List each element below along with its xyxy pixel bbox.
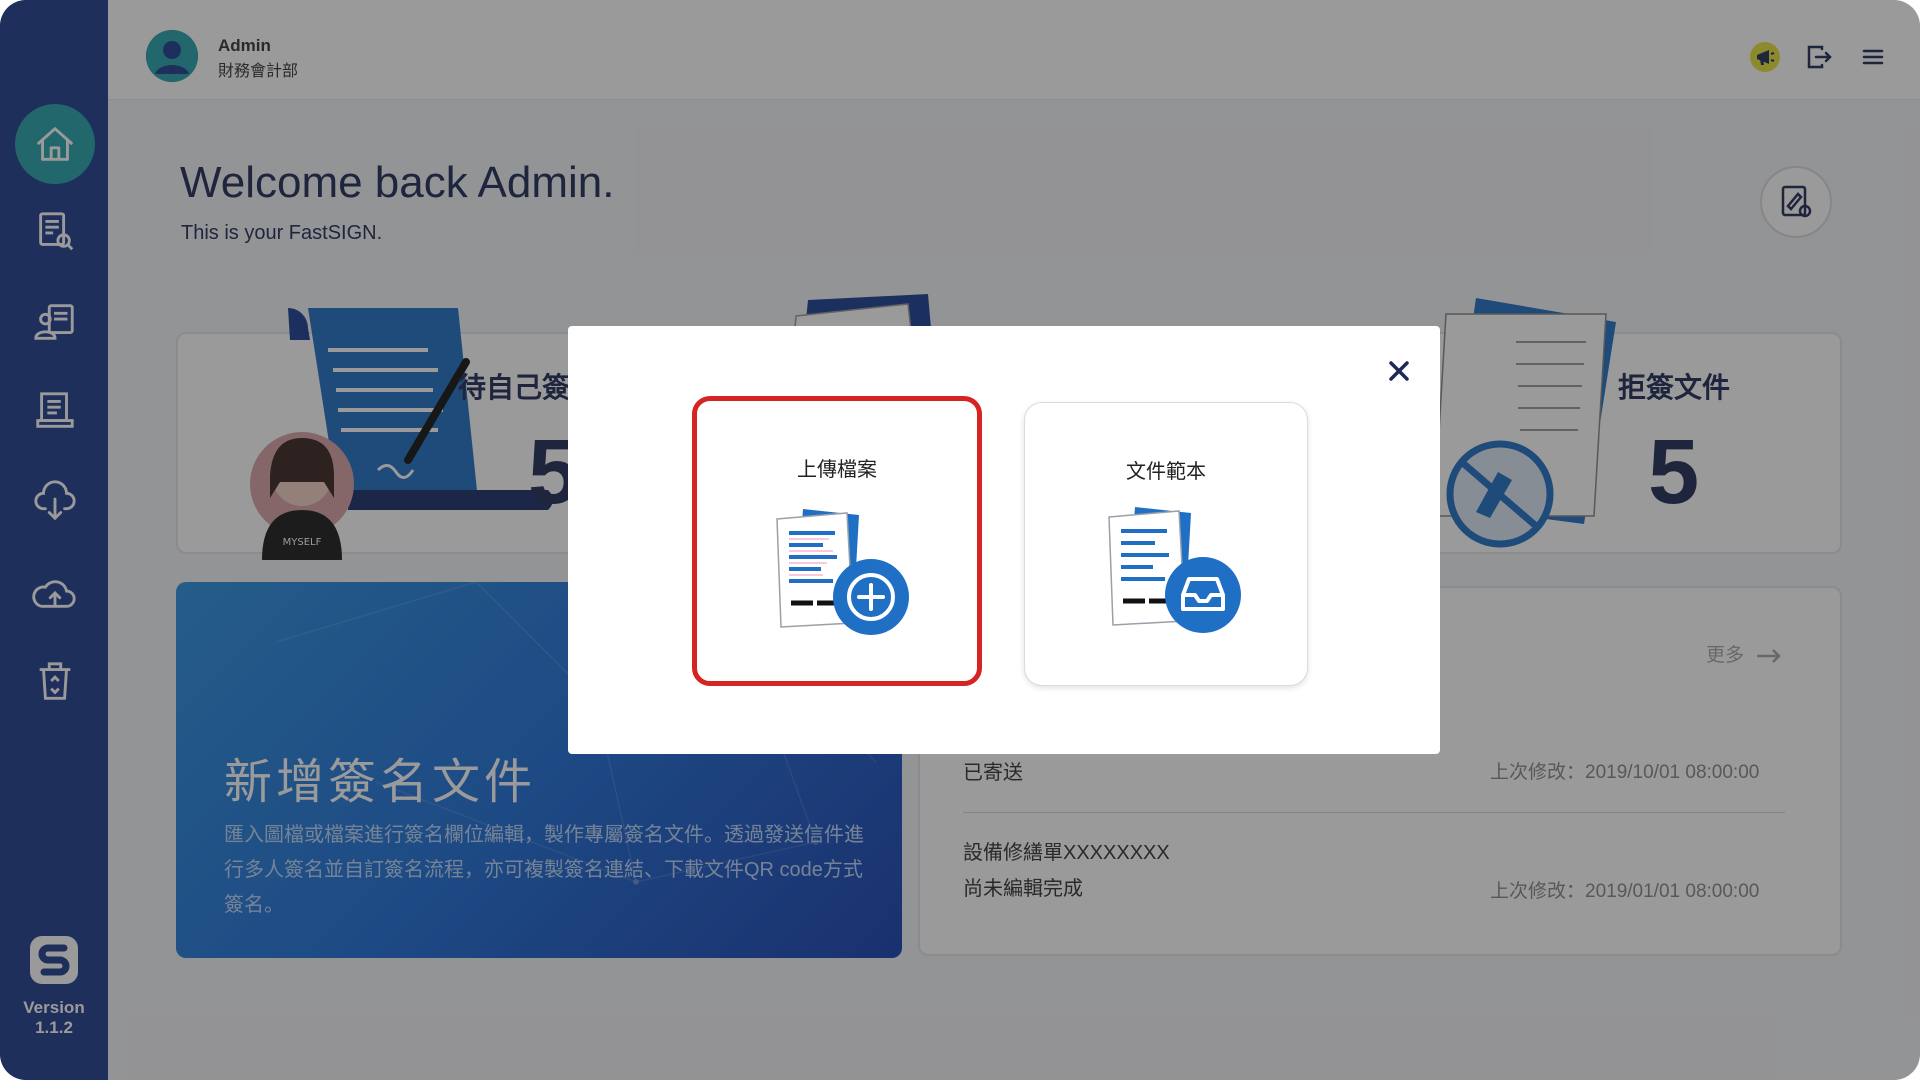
- new-document-modal: 上傳檔案 文件範本: [568, 326, 1440, 754]
- app-window: Version 1.1.2 Admin 財務會計部 Welcome back A…: [0, 0, 1920, 1080]
- upload-file-icon: [776, 509, 909, 635]
- template-option[interactable]: 文件範本: [1024, 402, 1308, 686]
- close-button[interactable]: [1384, 356, 1414, 386]
- option-label: 上傳檔案: [797, 459, 877, 481]
- template-icon: [1108, 507, 1241, 633]
- option-label: 文件範本: [1126, 461, 1206, 483]
- upload-file-option[interactable]: 上傳檔案: [692, 396, 982, 686]
- close-icon: [1389, 361, 1409, 381]
